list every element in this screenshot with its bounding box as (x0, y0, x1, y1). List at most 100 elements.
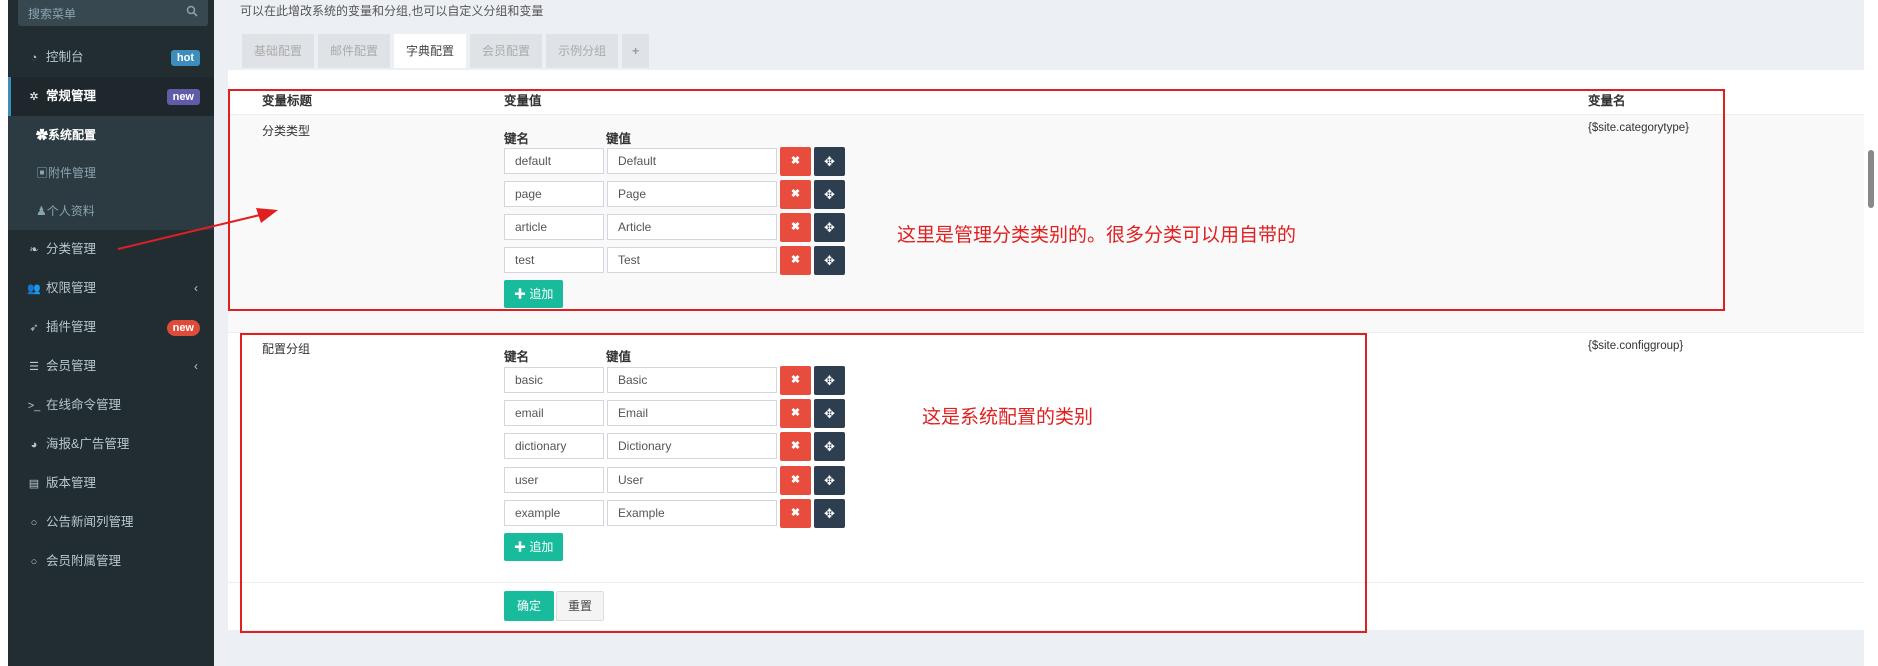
value-input[interactable] (607, 400, 777, 426)
tab-example[interactable]: 示例分组 (546, 34, 619, 68)
pie-chart-icon: ◕ (30, 439, 38, 451)
sidebar-item-label: 公告新闻列管理 (46, 515, 134, 529)
remove-button[interactable]: ✖ (780, 246, 811, 275)
terminal-icon: >_ (27, 400, 41, 412)
tab-email[interactable]: 邮件配置 (318, 34, 391, 68)
new-badge: new (166, 320, 200, 336)
value-input[interactable] (607, 367, 777, 393)
chevron-left-icon: ‹ (194, 359, 198, 373)
sidebar-item-label: 在线命令管理 (46, 398, 122, 412)
gear-icon: ✿ (36, 128, 49, 142)
group-icon: 👥 (27, 283, 41, 295)
move-button[interactable]: ✥ (814, 366, 845, 395)
sidebar-search (18, 0, 208, 26)
remove-button[interactable]: ✖ (780, 147, 811, 176)
remove-button[interactable]: ✖ (780, 213, 811, 242)
sidebar-item-label: 个人资料 (46, 204, 95, 218)
sidebar-item-label: 分类管理 (46, 242, 97, 256)
window-edge (0, 0, 8, 666)
circle-icon: ○ (30, 556, 38, 568)
annotation-note-category: 这里是管理分类类别的。很多分类可以用自带的 (897, 224, 1297, 246)
value-input[interactable] (607, 433, 777, 459)
value-header: 键值 (606, 350, 632, 364)
key-input[interactable] (504, 214, 604, 240)
tab-dictionary[interactable]: 字典配置 (394, 34, 467, 68)
column-header-name: 变量名 (1588, 94, 1626, 108)
sidebar-item-attachments[interactable]: ▣附件管理 (8, 154, 214, 192)
remove-button[interactable]: ✖ (780, 180, 811, 209)
circle-icon: ○ (30, 517, 38, 529)
sidebar-item-label: 系统配置 (48, 128, 97, 142)
move-button[interactable]: ✥ (814, 399, 845, 428)
sidebar-item-label: 插件管理 (46, 320, 97, 334)
key-input[interactable] (504, 433, 604, 459)
value-input[interactable] (607, 148, 777, 174)
key-input[interactable] (504, 247, 604, 273)
remove-button[interactable]: ✖ (780, 399, 811, 428)
scrollbar-thumb[interactable] (1868, 150, 1874, 208)
value-input[interactable] (607, 467, 777, 493)
sidebar-item-general[interactable]: ✲ 常规管理 new (8, 77, 214, 116)
sidebar-item-label: 附件管理 (48, 166, 97, 180)
sidebar-item-posters[interactable]: ◕ 海报&广告管理 (8, 425, 214, 464)
tab-user[interactable]: 会员配置 (470, 34, 543, 68)
sidebar-item-members[interactable]: ☰ 会员管理 ‹ (8, 347, 214, 386)
key-input[interactable] (504, 400, 604, 426)
sidebar-item-auth[interactable]: 👥 权限管理 ‹ (8, 269, 214, 308)
variable-title: 分类类型 (262, 124, 311, 138)
config-panel: 变量标题 变量值 变量名 分类类型 {$site.categorytype} 键… (228, 70, 1864, 630)
sidebar-item-versions[interactable]: ▤ 版本管理 (8, 464, 214, 503)
move-button[interactable]: ✥ (814, 432, 845, 461)
new-badge: new (166, 89, 200, 105)
file-icon: ▤ (28, 478, 40, 490)
sidebar-menu: ◔ 控制台 hot ✲ 常规管理 new ✿系统配置 ▣附件管理 ♟个人资料 ❧ 分类… (8, 38, 214, 581)
divider (228, 332, 1864, 333)
move-button[interactable]: ✥ (814, 147, 845, 176)
move-button[interactable]: ✥ (814, 246, 845, 275)
value-input[interactable] (607, 181, 777, 207)
move-button[interactable]: ✥ (814, 180, 845, 209)
reset-button[interactable]: 重置 (556, 591, 605, 621)
key-input[interactable] (504, 148, 604, 174)
sidebar-item-addons[interactable]: ➶ 插件管理 new (8, 308, 214, 347)
append-button[interactable]: ✚ 追加 (504, 280, 564, 308)
key-input[interactable] (504, 367, 604, 393)
tab-basic[interactable]: 基础配置 (242, 34, 315, 68)
submit-button[interactable]: 确定 (504, 591, 555, 621)
remove-button[interactable]: ✖ (780, 366, 811, 395)
sidebar-item-label: 控制台 (46, 50, 84, 64)
vertical-scrollbar[interactable] (1864, 0, 1878, 666)
sidebar-item-label: 会员管理 (46, 359, 97, 373)
cogs-icon: ✲ (29, 91, 39, 103)
value-input[interactable] (607, 500, 777, 526)
rocket-icon: ➶ (29, 322, 39, 334)
page-tip: 可以在此增改系统的变量和分组,也可以自定义分组和变量 (240, 4, 544, 18)
search-icon[interactable] (186, 5, 198, 20)
sidebar-item-command[interactable]: >_ 在线命令管理 (8, 386, 214, 425)
variable-title: 配置分组 (262, 342, 311, 356)
add-tab-button[interactable]: + (622, 34, 650, 68)
column-header-value: 变量值 (504, 94, 542, 108)
remove-button[interactable]: ✖ (780, 432, 811, 461)
move-button[interactable]: ✥ (814, 213, 845, 242)
divider (228, 114, 1864, 115)
value-input[interactable] (607, 247, 777, 273)
search-input[interactable] (26, 4, 180, 24)
leaf-icon: ❧ (29, 244, 39, 256)
remove-button[interactable]: ✖ (780, 499, 811, 528)
sidebar-item-member-extra[interactable]: ○ 会员附属管理 (8, 542, 214, 581)
sidebar-item-news[interactable]: ○ 公告新闻列管理 (8, 503, 214, 542)
remove-button[interactable]: ✖ (780, 466, 811, 495)
append-button[interactable]: ✚ 追加 (504, 533, 564, 561)
column-header-title: 变量标题 (262, 94, 313, 108)
main-content: 可以在此增改系统的变量和分组,也可以自定义分组和变量 基础配置 邮件配置 字典配… (214, 0, 1878, 666)
move-button[interactable]: ✥ (814, 499, 845, 528)
move-button[interactable]: ✥ (814, 466, 845, 495)
sidebar-item-label: 权限管理 (46, 281, 97, 295)
value-input[interactable] (607, 214, 777, 240)
sidebar-item-dashboard[interactable]: ◔ 控制台 hot (8, 38, 214, 77)
key-input[interactable] (504, 467, 604, 493)
key-input[interactable] (504, 181, 604, 207)
sidebar-item-system-config[interactable]: ✿系统配置 (8, 116, 214, 154)
key-input[interactable] (504, 500, 604, 526)
